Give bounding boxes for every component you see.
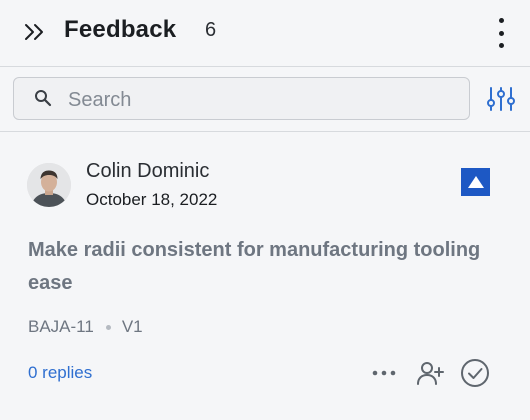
more-options-button[interactable] bbox=[492, 18, 510, 48]
search-icon bbox=[35, 90, 52, 107]
header-divider bbox=[0, 66, 530, 67]
avatar bbox=[27, 163, 71, 207]
replies-link[interactable]: 0 replies bbox=[28, 363, 92, 383]
feedback-panel: Feedback 6 Search Colin Dominic October … bbox=[0, 0, 530, 420]
feedback-meta: BAJA-11 V1 bbox=[28, 317, 143, 337]
filter-button[interactable] bbox=[486, 85, 516, 113]
horizontal-ellipsis-icon bbox=[372, 370, 396, 376]
resolve-button[interactable] bbox=[460, 358, 490, 388]
assign-user-button[interactable] bbox=[416, 359, 444, 387]
search-box bbox=[13, 77, 470, 120]
list-divider bbox=[0, 131, 530, 132]
double-chevron-right-icon bbox=[25, 24, 43, 40]
more-actions-button[interactable] bbox=[370, 363, 398, 383]
panel-header: Feedback 6 bbox=[0, 0, 530, 64]
check-circle-icon bbox=[461, 359, 489, 387]
separator-dot bbox=[105, 324, 111, 330]
feedback-count: 6 bbox=[205, 19, 217, 41]
add-user-icon bbox=[417, 362, 444, 385]
triangle-up-icon bbox=[467, 176, 484, 188]
collapse-panel-button[interactable] bbox=[22, 20, 48, 44]
feedback-title: Make radii consistent for manufacturing … bbox=[28, 239, 481, 294]
feedback-version: V1 bbox=[121, 317, 143, 336]
vertical-ellipsis-icon bbox=[498, 18, 504, 23]
status-badge bbox=[461, 168, 490, 196]
feedback-date: October 18, 2022 bbox=[86, 190, 218, 209]
feedback-id: BAJA-11 bbox=[28, 317, 94, 336]
filter-sliders-icon bbox=[487, 87, 515, 111]
page-title: Feedback bbox=[64, 16, 177, 43]
author-name: Colin Dominic bbox=[86, 160, 210, 182]
search-input[interactable] bbox=[66, 84, 460, 116]
